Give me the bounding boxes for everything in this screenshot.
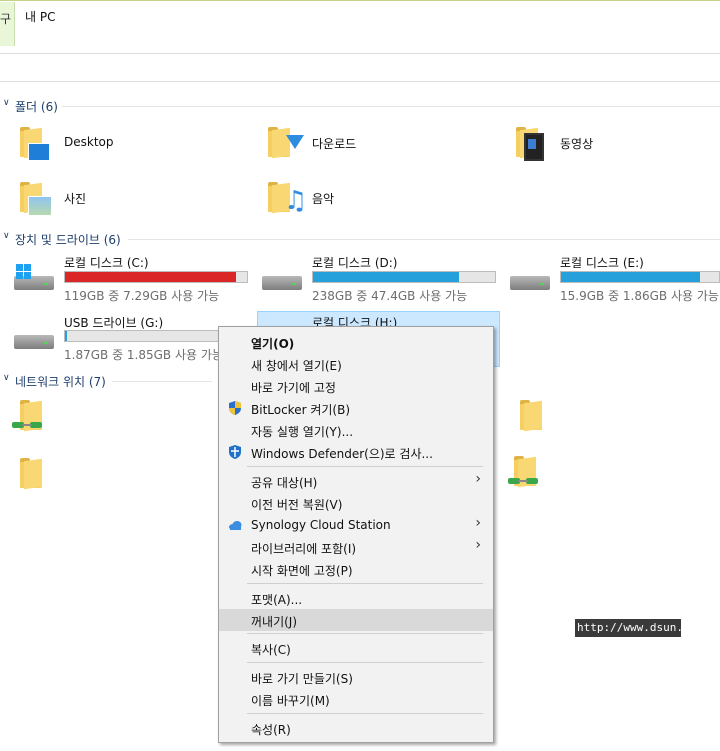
network-share-icon <box>508 476 540 486</box>
ribbon-tab-stub[interactable]: 구 <box>0 2 15 46</box>
menu-item-create-shortcut[interactable]: 바로 가기 만들기(S) <box>219 666 493 688</box>
menu-item-synology[interactable]: Synology Cloud Station › <box>219 514 493 536</box>
watermark-url: http://www.dsun.k <box>575 619 690 637</box>
chevron-right-icon: › <box>475 471 481 487</box>
folder-item-videos[interactable]: 동영상 <box>514 125 714 165</box>
ribbon-divider <box>0 53 720 54</box>
menu-item-autoplay[interactable]: 자동 실행 열기(Y)... <box>219 419 493 441</box>
chevron-down-icon: ∨ <box>3 98 10 108</box>
menu-separator <box>247 713 483 714</box>
folder-item-music[interactable]: ♫ 음악 <box>266 180 496 220</box>
menu-item-copy[interactable]: 복사(C) <box>219 637 493 659</box>
menu-item-open[interactable]: 열기(O) <box>219 331 493 353</box>
menu-item-defender-scan[interactable]: Windows Defender(으)로 검사... <box>219 441 493 463</box>
group-header-folders[interactable]: ∨ 폴더 (6) <box>0 97 720 115</box>
folder-icon <box>268 127 304 159</box>
chevron-down-icon: ∨ <box>3 231 10 241</box>
drive-icon <box>260 264 304 294</box>
menu-item-eject[interactable]: 꺼내기(J) <box>219 609 493 631</box>
group-header-drives[interactable]: ∨ 장치 및 드라이브 (6) <box>0 230 720 248</box>
drive-item-c[interactable]: 로컬 디스크 (C:) 119GB 중 7.29GB 사용 가능 <box>10 254 250 306</box>
menu-item-open-new-window[interactable]: 새 창에서 열기(E) <box>219 353 493 375</box>
menu-separator <box>247 633 483 634</box>
window-title: 내 PC <box>25 10 56 24</box>
chevron-right-icon: › <box>475 515 481 531</box>
menu-item-restore-versions[interactable]: 이전 버전 복원(V) <box>219 492 493 514</box>
folder-item-pictures[interactable]: 사진 <box>18 180 248 220</box>
address-divider <box>0 81 720 82</box>
drive-item-g[interactable]: USB 드라이브 (G:) 1.87GB 중 1.85GB 사용 가능 <box>10 313 250 365</box>
usage-bar <box>312 271 496 283</box>
folder-item-downloads[interactable]: 다운로드 <box>266 125 496 165</box>
network-folder-icon[interactable] <box>20 458 42 490</box>
folder-icon: ♫ <box>268 182 307 214</box>
usage-bar <box>560 271 720 283</box>
chevron-down-icon: ∨ <box>3 373 10 383</box>
folder-icon <box>20 127 50 161</box>
music-note-icon: ♫ <box>284 186 308 216</box>
folder-icon <box>20 182 52 216</box>
drive-icon <box>508 264 552 294</box>
top-border <box>0 0 720 1</box>
network-folder-icon[interactable] <box>508 456 538 488</box>
usage-bar <box>64 271 248 283</box>
drive-item-d[interactable]: 로컬 디스크 (D:) 238GB 중 47.4GB 사용 가능 <box>258 254 498 306</box>
windows-logo-icon <box>16 264 32 280</box>
cloud-icon <box>227 517 243 533</box>
folder-icon <box>516 127 544 161</box>
network-folder-icon[interactable] <box>520 400 542 432</box>
folder-item-desktop[interactable]: Desktop <box>18 125 248 165</box>
menu-item-rename[interactable]: 이름 바꾸기(M) <box>219 688 493 710</box>
drive-item-e[interactable]: 로컬 디스크 (E:) 15.9GB 중 1.86GB 사용 가능 <box>506 254 720 306</box>
menu-item-format[interactable]: 포맷(A)... <box>219 587 493 609</box>
defender-icon <box>227 444 243 460</box>
chevron-right-icon: › <box>475 537 481 553</box>
menu-item-share-with[interactable]: 공유 대상(H) › <box>219 470 493 492</box>
menu-item-properties[interactable]: 속성(R) <box>219 717 493 739</box>
context-menu: 열기(O) 새 창에서 열기(E) 바로 가기에 고정 BitLocker 켜기… <box>218 326 494 743</box>
menu-separator <box>247 583 483 584</box>
network-share-icon <box>12 420 44 430</box>
menu-separator <box>247 466 483 467</box>
shield-icon <box>227 400 243 416</box>
menu-item-include-library[interactable]: 라이브러리에 포함(I) › <box>219 536 493 558</box>
menu-item-bitlocker[interactable]: BitLocker 켜기(B) <box>219 397 493 419</box>
menu-item-pin-quick-access[interactable]: 바로 가기에 고정 <box>219 375 493 397</box>
drive-icon <box>12 264 56 294</box>
network-folder-icon[interactable] <box>12 400 42 432</box>
usb-drive-icon <box>12 323 56 353</box>
menu-item-pin-start[interactable]: 시작 화면에 고정(P) <box>219 558 493 580</box>
menu-separator <box>247 662 483 663</box>
